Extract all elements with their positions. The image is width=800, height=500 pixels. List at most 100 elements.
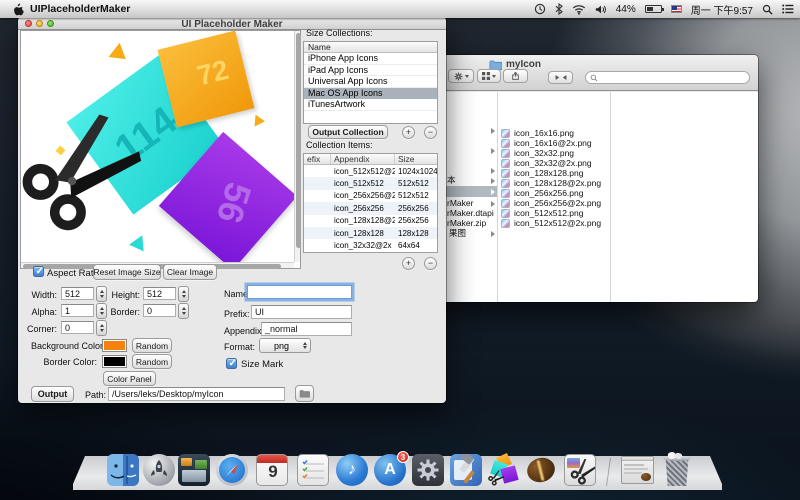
dock-icon-trash[interactable] [660,452,694,488]
file-row[interactable]: icon_512x512.png [501,208,583,218]
finder-share-button[interactable] [503,69,528,83]
dock-icon-itunes[interactable]: ♪ [336,454,368,486]
table-row[interactable]: icon_512x512512x512 [304,177,437,189]
dock-icon-reminders[interactable] [297,454,329,486]
list-item-selected[interactable]: Mac OS App Icons [304,88,437,100]
choose-path-button[interactable] [295,385,314,402]
dock-icon-xcode[interactable] [450,454,482,486]
file-row[interactable]: icon_256x256@2x.png [501,198,601,208]
corner-field[interactable]: 0 [61,321,94,334]
file-row[interactable]: icon_512x512@2x.png [501,218,601,228]
table-row[interactable]: icon_32x32@2x64x64 [304,239,437,251]
dock-icon-system-preferences[interactable] [412,454,444,486]
aspect-ratio-checkbox[interactable] [33,266,44,277]
path-field[interactable]: /Users/leks/Desktop/myIcon [108,387,285,401]
add-item-button[interactable]: + [402,257,415,270]
wifi-icon[interactable] [572,4,586,15]
table-row[interactable]: icon_512x512@2x1024x1024 [304,165,437,177]
list-item[interactable]: iPhone App Icons [304,53,437,65]
file-row[interactable]: icon_32x32.png [501,148,574,158]
finder-sidebar-item[interactable]: 本 [447,175,456,185]
file-row[interactable]: icon_16x16@2x.png [501,138,592,148]
bluetooth-icon[interactable] [555,3,563,15]
file-row[interactable]: icon_128x128.png [501,168,583,178]
format-dropdown[interactable]: png [259,338,311,353]
apple-menu-icon[interactable] [12,3,24,16]
time-machine-icon[interactable] [534,3,546,15]
border-field[interactable]: 0 [143,304,176,317]
name-field[interactable] [247,285,352,299]
dock-minimized-window[interactable] [621,456,654,484]
notification-center-icon[interactable] [782,4,794,14]
color-panel-button[interactable]: Color Panel [103,371,156,386]
output-button[interactable]: Output [31,386,74,402]
add-collection-button[interactable]: + [402,126,415,139]
dock-icon-mission-control[interactable] [178,454,210,486]
height-field[interactable]: 512 [143,287,176,300]
file-row[interactable]: icon_128x128@2x.png [501,178,601,188]
size-collections-header[interactable]: Name [304,42,437,53]
finder-sidebar-item[interactable]: rMaker.dtapi [447,208,494,218]
remove-collection-button[interactable]: − [424,126,437,139]
border-label: Border: [106,307,140,317]
dock: 9 ♪ A 3 [0,440,800,500]
deco-triangle-orange [109,43,132,66]
file-row[interactable]: icon_256x256.png [501,188,583,198]
background-color-well[interactable] [102,339,127,352]
finder-search-field[interactable] [585,71,750,84]
prefix-field[interactable]: UI [251,305,352,319]
menubar-clock[interactable]: 周一 下午9:57 [691,2,753,17]
border-stepper[interactable] [178,303,189,319]
table-row[interactable]: icon_256x256256x256 [304,202,437,214]
finder-sidebar-item[interactable]: 果图 [449,228,466,238]
column-appendix[interactable]: Appendix [331,154,395,164]
column-size[interactable]: Size [395,154,437,164]
alpha-field[interactable]: 1 [61,304,94,317]
background-random-button[interactable]: Random [132,338,172,353]
table-row[interactable]: icon_128x128@2x256x256 [304,215,437,227]
list-item[interactable]: iTunesArtwork [304,99,437,111]
border-color-well[interactable] [102,355,127,368]
spotlight-icon[interactable] [762,4,773,15]
input-language-flag-icon[interactable] [671,5,682,13]
volume-icon[interactable] [595,4,607,15]
v-scrollbar[interactable] [294,31,300,262]
height-stepper[interactable] [178,286,189,302]
file-row[interactable]: icon_16x16.png [501,128,574,138]
collection-items-table: efix Appendix Size icon_512x512@2x1024x1… [303,153,438,253]
list-item[interactable]: iPad App Icons [304,65,437,77]
dock-icon-finder[interactable] [107,454,139,486]
border-random-button[interactable]: Random [132,354,172,369]
column-prefix[interactable]: efix [304,154,331,164]
dock-icon-app-store[interactable]: A 3 [374,454,406,486]
finder-arrange-button[interactable] [477,69,501,83]
reset-image-size-button[interactable]: Reset Image Size [93,264,161,280]
dock-icon-grab[interactable] [564,454,596,486]
finder-sidebar-item[interactable]: rMaker [447,198,473,208]
dock-icon-safari[interactable] [216,454,248,486]
list-item[interactable]: Universal App Icons [304,76,437,88]
app-titlebar[interactable]: UI Placeholder Maker [18,17,446,30]
image-file-icon [501,209,510,218]
clear-image-button[interactable]: Clear Image [163,264,217,280]
table-row[interactable]: icon_128x128128x128 [304,227,437,239]
app-window: UI Placeholder Maker 114 72 56 Size Coll [18,17,446,403]
output-collection-button[interactable]: Output Collection [308,125,388,139]
dock-icon-ui-placeholder-maker[interactable] [489,454,521,486]
width-field[interactable]: 512 [61,287,94,300]
remove-item-button[interactable]: − [424,257,437,270]
dock-icon-bean[interactable] [525,454,557,486]
size-mark-checkbox[interactable] [226,358,237,369]
finder-collapse-button[interactable] [548,71,573,84]
dock-icon-launchpad[interactable] [143,454,175,486]
dock-icon-calendar[interactable]: 9 [256,454,288,486]
appendix-field[interactable]: _normal [261,322,352,336]
table-row[interactable]: icon_256x256@2x512x512 [304,190,437,202]
preview-canvas[interactable]: 114 72 56 [21,31,294,262]
size-collections-label: Size Collections: [306,28,373,38]
battery-icon[interactable] [645,5,662,13]
corner-stepper[interactable] [96,320,107,336]
menubar-app-name[interactable]: UIPlaceholderMaker [30,3,130,15]
file-row[interactable]: icon_32x32@2x.png [501,158,592,168]
finder-action-button[interactable] [448,69,474,83]
